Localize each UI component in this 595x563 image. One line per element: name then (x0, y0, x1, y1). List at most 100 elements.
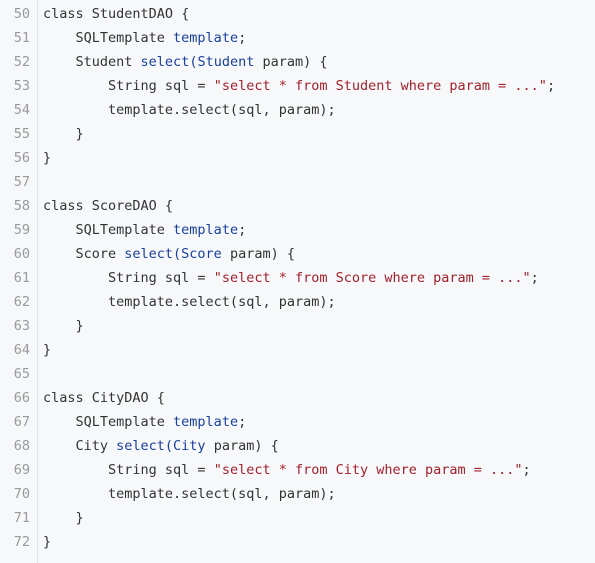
code-token: "select * from Score where param = ..." (213, 270, 531, 286)
code-line: 56} (0, 146, 595, 170)
code-token: City (43, 438, 117, 454)
code-line: 71 } (0, 506, 595, 530)
line-number: 65 (13, 366, 30, 382)
line-number: 54 (13, 102, 30, 118)
code-token: template (173, 30, 239, 46)
line-source: } (43, 314, 84, 338)
line-source: } (43, 122, 84, 146)
line-number: 50 (13, 6, 30, 22)
line-number: 51 (13, 30, 30, 46)
code-line: 60 Score select(Score param) { (0, 242, 595, 266)
code-token: } (43, 150, 52, 166)
code-line: 68 City select(City param) { (0, 434, 595, 458)
line-source: template.select(sql, param); (43, 290, 336, 314)
line-number: 63 (13, 318, 30, 334)
line-number: 66 (13, 390, 30, 406)
line-source: SQLTemplate template; (43, 218, 247, 242)
code-token: SQLTemplate (43, 222, 174, 238)
code-line: 62 template.select(sql, param); (0, 290, 595, 314)
code-token: Student (43, 54, 141, 70)
code-token: select(Student (140, 54, 255, 70)
code-token: "select * from City where param = ..." (213, 462, 523, 478)
line-source: String sql = "select * from City where p… (43, 458, 531, 482)
code-token: param) { (221, 246, 295, 262)
code-token: template (173, 414, 239, 430)
line-number: 62 (13, 294, 30, 310)
code-token: template.select(sql, param); (43, 486, 336, 502)
code-token: SQLTemplate (43, 414, 174, 430)
code-line: 55 } (0, 122, 595, 146)
line-number: 58 (13, 198, 30, 214)
code-line: 50 class StudentDAO { (0, 2, 595, 26)
line-number: 70 (13, 486, 30, 502)
code-token: param) { (205, 438, 279, 454)
line-source: City select(City param) { (43, 434, 279, 458)
code-token: String sql = (43, 462, 214, 478)
code-line: 63 } (0, 314, 595, 338)
code-token: ; (238, 30, 247, 46)
code-line: 54 template.select(sql, param); (0, 98, 595, 122)
line-source: class StudentDAO { (43, 2, 189, 26)
line-source: String sql = "select * from Student wher… (43, 74, 555, 98)
code-line: 66 class CityDAO { (0, 386, 595, 410)
code-line: 64} (0, 338, 595, 362)
code-token: class CityDAO { (43, 390, 165, 406)
code-token: ; (238, 414, 247, 430)
code-token: param) { (254, 54, 328, 70)
code-token: ; (238, 222, 247, 238)
code-line: 67 SQLTemplate template; (0, 410, 595, 434)
code-token: } (43, 342, 52, 358)
code-line: 70 template.select(sql, param); (0, 482, 595, 506)
code-token: template (173, 222, 239, 238)
code-line: 59 SQLTemplate template; (0, 218, 595, 242)
code-token: } (43, 534, 52, 550)
code-line: 72} (0, 530, 595, 554)
code-token: String sql = (43, 270, 214, 286)
line-source: class CityDAO { (43, 386, 165, 410)
line-number: 61 (13, 270, 30, 286)
line-number: 52 (13, 54, 30, 70)
code-token: select(Score (124, 246, 222, 262)
code-line: 69 String sql = "select * from City wher… (0, 458, 595, 482)
code-token: Score (43, 246, 125, 262)
code-block: 50 class StudentDAO { 51 SQLTemplate templ… (0, 2, 595, 554)
code-token: ; (530, 270, 539, 286)
line-number: 57 (13, 174, 30, 190)
code-token: String sql = (43, 78, 214, 94)
line-source: } (43, 338, 51, 362)
line-number: 55 (13, 126, 30, 142)
line-source: SQLTemplate template; (43, 26, 247, 50)
line-source: template.select(sql, param); (43, 482, 336, 506)
line-number: 67 (13, 414, 30, 430)
line-number: 64 (13, 342, 30, 358)
line-number: 60 (13, 246, 30, 262)
code-token: ; (522, 462, 531, 478)
line-number: 68 (13, 438, 30, 454)
code-token: } (43, 510, 84, 526)
code-line: 57 (0, 170, 595, 194)
code-token: "select * from Student where param = ...… (213, 78, 547, 94)
code-line: 51 SQLTemplate template; (0, 26, 595, 50)
line-source: class ScoreDAO { (43, 194, 173, 218)
line-source: template.select(sql, param); (43, 98, 336, 122)
code-token: } (43, 318, 84, 334)
line-source: String sql = "select * from Score where … (43, 266, 539, 290)
code-token: class ScoreDAO { (43, 198, 174, 214)
code-token: SQLTemplate (43, 30, 174, 46)
line-source: SQLTemplate template; (43, 410, 247, 434)
line-source: Score select(Score param) { (43, 242, 295, 266)
line-source: Student select(Student param) { (43, 50, 328, 74)
line-number: 71 (13, 510, 30, 526)
code-line: 61 String sql = "select * from Score whe… (0, 266, 595, 290)
code-line: 52 Student select(Student param) { (0, 50, 595, 74)
code-token: select(City (116, 438, 206, 454)
code-token: ; (546, 78, 556, 94)
line-source: } (43, 506, 84, 530)
code-token: template.select(sql, param); (43, 102, 336, 118)
line-number: 56 (13, 150, 30, 166)
line-number: 69 (13, 462, 30, 478)
code-token: class StudentDAO { (43, 6, 190, 22)
code-token: } (43, 126, 84, 142)
line-number: 59 (13, 222, 30, 238)
line-number: 53 (13, 78, 30, 94)
